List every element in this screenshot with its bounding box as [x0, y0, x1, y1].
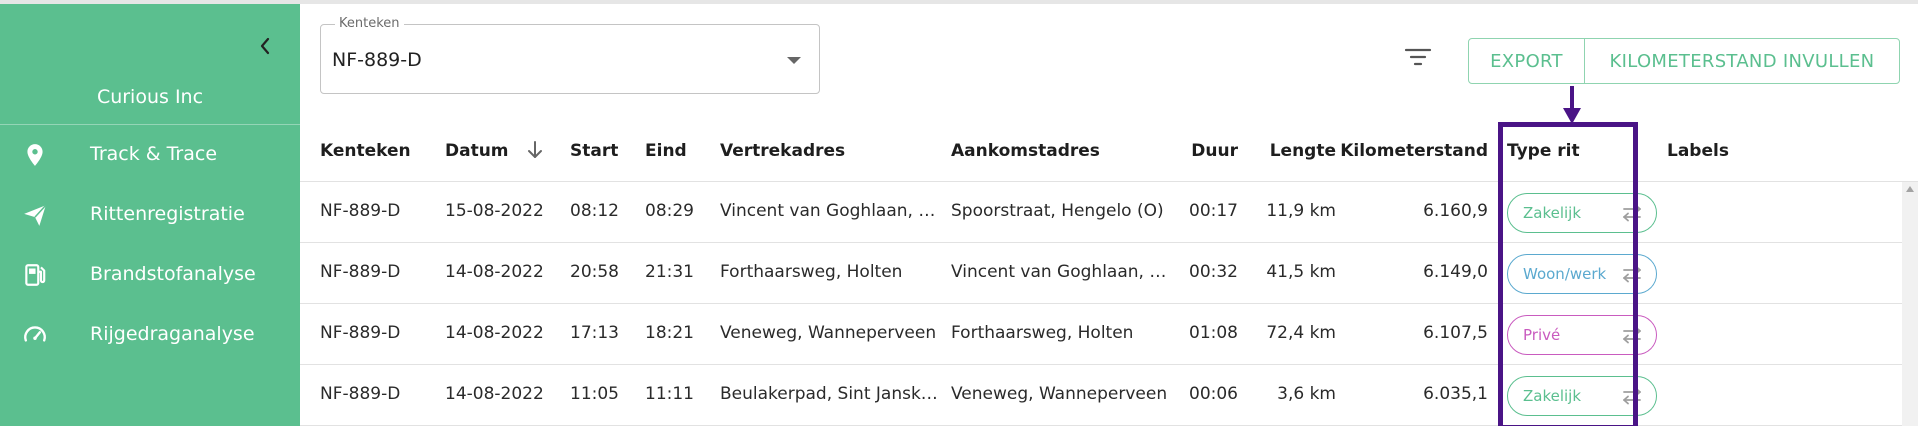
sidebar-item-label: Brandstofanalyse [90, 263, 256, 285]
cell-duur: 00:32 [1189, 262, 1238, 282]
company-name: Curious Inc [96, 86, 204, 108]
sidebar-item-rijgedraganalyse[interactable]: Rijgedraganalyse [0, 306, 300, 362]
cell-vertrekadres: Beulakerpad, Sint Janskl... [720, 384, 940, 404]
kilometerstand-invullen-button[interactable]: KILOMETERSTAND INVULLEN [1585, 39, 1899, 83]
cell-kilometerstand: 6.149,0 [1423, 262, 1488, 282]
cell-kilometerstand: 6.160,9 [1423, 201, 1488, 221]
cell-datum: 14-08-2022 [445, 384, 544, 404]
vertical-scrollbar[interactable] [1902, 182, 1918, 426]
cell-vertrekadres: Vincent van Goghlaan, E... [720, 201, 940, 221]
cell-start: 11:05 [570, 384, 619, 404]
cell-lengte: 41,5 km [1266, 262, 1336, 282]
table-row[interactable]: NF-889-D 14-08-2022 11:05 11:11 Beulaker… [300, 365, 1918, 426]
paper-plane-icon [24, 204, 47, 226]
kenteken-select-label: Kenteken [335, 16, 404, 31]
column-header-start[interactable]: Start [570, 141, 618, 161]
dropdown-caret-icon [787, 57, 801, 64]
sidebar-divider [0, 124, 300, 125]
column-header-eind[interactable]: Eind [645, 141, 687, 161]
column-header-labels[interactable]: Labels [1667, 141, 1729, 161]
cell-kenteken: NF-889-D [320, 323, 401, 343]
cell-kilometerstand: 6.107,5 [1423, 323, 1488, 343]
column-header-lengte[interactable]: Lengte [1250, 141, 1336, 161]
column-header-vertrekadres[interactable]: Vertrekadres [720, 141, 845, 161]
cell-aankomstadres: Forthaarsweg, Holten [951, 323, 1134, 343]
cell-vertrekadres: Veneweg, Wanneperveen [720, 323, 937, 343]
table-row[interactable]: NF-889-D 14-08-2022 17:13 18:21 Veneweg,… [300, 304, 1918, 365]
cell-start: 08:12 [570, 201, 619, 221]
cell-kenteken: NF-889-D [320, 201, 401, 221]
annotation-highlight-box [1498, 122, 1638, 426]
cell-aankomstadres: Veneweg, Wanneperveen [951, 384, 1168, 404]
column-header-datum[interactable]: Datum [445, 141, 509, 161]
action-button-group: EXPORT KILOMETERSTAND INVULLEN [1468, 38, 1900, 84]
column-header-aankomstadres[interactable]: Aankomstadres [951, 141, 1100, 161]
cell-eind: 11:11 [645, 384, 694, 404]
column-header-kilometerstand[interactable]: Kilometerstand [1340, 141, 1488, 161]
cell-duur: 01:08 [1189, 323, 1238, 343]
sidebar-item-label: Track & Trace [90, 143, 218, 165]
cell-eind: 18:21 [645, 323, 694, 343]
cell-kilometerstand: 6.035,1 [1423, 384, 1488, 404]
column-header-duur[interactable]: Duur [1180, 141, 1238, 161]
cell-lengte: 3,6 km [1277, 384, 1336, 404]
table-header: Kenteken Datum Start Eind Vertrekadres A… [300, 120, 1918, 182]
sidebar-item-track-trace[interactable]: Track & Trace [0, 126, 300, 182]
cell-lengte: 72,4 km [1266, 323, 1336, 343]
cell-kenteken: NF-889-D [320, 262, 401, 282]
cell-datum: 14-08-2022 [445, 323, 544, 343]
annotation-arrow [1563, 86, 1581, 124]
cell-eind: 21:31 [645, 262, 694, 282]
sidebar-item-rittenregistratie[interactable]: Rittenregistratie [0, 186, 300, 242]
main-content: Kenteken NF-889-D EXPORT KILOMETERSTAND … [300, 4, 1918, 426]
cell-lengte: 11,9 km [1266, 201, 1336, 221]
kenteken-select-value: NF-889-D [332, 49, 422, 71]
cell-datum: 15-08-2022 [445, 201, 544, 221]
kenteken-select[interactable]: Kenteken NF-889-D [320, 16, 820, 94]
chevron-left-icon [260, 37, 270, 55]
cell-vertrekadres: Forthaarsweg, Holten [720, 262, 903, 282]
filter-icon[interactable] [1404, 46, 1432, 68]
cell-kenteken: NF-889-D [320, 384, 401, 404]
cell-eind: 08:29 [645, 201, 694, 221]
export-button[interactable]: EXPORT [1469, 39, 1585, 83]
cell-aankomstadres: Vincent van Goghlaan, E... [951, 262, 1171, 282]
sidebar: Curious Inc Track & Trace Rittenregistra… [0, 4, 300, 426]
speedometer-icon [24, 326, 46, 342]
cell-aankomstadres: Spoorstraat, Hengelo (O) [951, 201, 1164, 221]
sidebar-item-label: Rijgedraganalyse [90, 323, 255, 345]
cell-duur: 00:06 [1189, 384, 1238, 404]
cell-datum: 14-08-2022 [445, 262, 544, 282]
cell-duur: 00:17 [1189, 201, 1238, 221]
sort-descending-icon[interactable] [526, 139, 544, 161]
cell-start: 20:58 [570, 262, 619, 282]
cell-start: 17:13 [570, 323, 619, 343]
collapse-sidebar-button[interactable] [254, 34, 276, 58]
sidebar-item-brandstofanalyse[interactable]: Brandstofanalyse [0, 246, 300, 302]
column-header-kenteken[interactable]: Kenteken [320, 141, 411, 161]
table-row[interactable]: NF-889-D 14-08-2022 20:58 21:31 Forthaar… [300, 243, 1918, 304]
location-pin-icon [27, 144, 43, 166]
fuel-pump-icon [25, 264, 46, 286]
sidebar-item-label: Rittenregistratie [90, 203, 245, 225]
table-row[interactable]: NF-889-D 15-08-2022 08:12 08:29 Vincent … [300, 182, 1918, 243]
